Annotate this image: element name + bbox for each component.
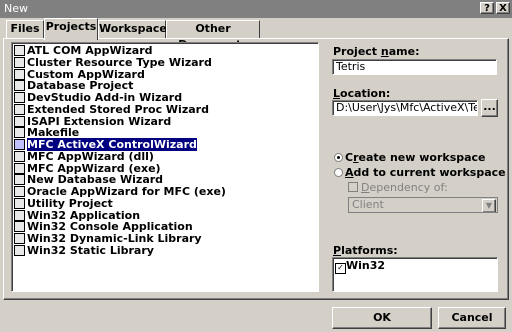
- window-icon: [14, 209, 25, 221]
- title-bar: New ? X: [0, 0, 512, 18]
- wizard-icon: [14, 56, 25, 68]
- wand-icon: [14, 174, 25, 186]
- project-type-item[interactable]: Win32 Static Library: [14, 243, 154, 257]
- wizard-icon: [14, 68, 25, 80]
- mfc-icon: [14, 162, 25, 174]
- mfc-icon: [14, 150, 25, 162]
- tab-projects[interactable]: Projects: [44, 18, 98, 40]
- dependency-checkbox[interactable]: [348, 182, 358, 192]
- project-type-label: Win32 Static Library: [27, 243, 154, 257]
- project-type-list[interactable]: ATL COM AppWizard Cluster Resource Type W…: [11, 42, 319, 292]
- platforms-label: Platforms:: [333, 244, 398, 257]
- atl-icon: [14, 45, 25, 56]
- wizard-icon: [14, 186, 25, 197]
- tab-files[interactable]: Files: [6, 20, 44, 38]
- addin-icon: [14, 92, 25, 103]
- tab-other-documents[interactable]: Other Documents: [166, 20, 260, 51]
- globe-icon: [14, 115, 25, 127]
- close-button[interactable]: X: [496, 2, 510, 14]
- chevron-down-icon[interactable]: ▼: [482, 199, 496, 212]
- check-icon[interactable]: ✓: [335, 263, 346, 274]
- location-label: Location:: [333, 87, 391, 100]
- makefile-icon: [14, 127, 25, 139]
- add-to-workspace-radio[interactable]: [334, 168, 343, 177]
- dependency-select[interactable]: Client ▼: [348, 197, 498, 213]
- database-icon: [14, 80, 25, 92]
- project-name-label: Project name:: [333, 45, 420, 58]
- dependency-label: Dependency of:: [361, 181, 448, 194]
- console-icon: [14, 221, 25, 233]
- ok-button[interactable]: OK: [332, 307, 432, 329]
- add-to-workspace-label[interactable]: Add to current workspace: [345, 166, 506, 179]
- platforms-list[interactable]: ✓ Win32: [332, 257, 498, 292]
- window-title: New: [4, 2, 28, 15]
- create-new-workspace-label[interactable]: Create new workspace: [345, 151, 486, 164]
- dll-icon: [14, 233, 25, 244]
- location-input[interactable]: D:\User\Jys\Mfc\ActiveX\Tet: [332, 100, 478, 116]
- cancel-button[interactable]: Cancel: [438, 307, 506, 329]
- platform-item-win32[interactable]: ✓ Win32: [335, 260, 385, 274]
- tab-workspaces[interactable]: Workspaces: [98, 20, 173, 38]
- browse-button[interactable]: ...: [481, 99, 498, 117]
- project-name-input[interactable]: Tetris: [332, 59, 497, 75]
- help-button[interactable]: ?: [480, 2, 494, 14]
- create-new-workspace-radio[interactable]: [334, 153, 343, 162]
- lib-icon: [14, 244, 25, 256]
- utility-icon: [14, 197, 25, 209]
- activex-icon: [14, 139, 25, 150]
- wizard-icon: [14, 103, 25, 115]
